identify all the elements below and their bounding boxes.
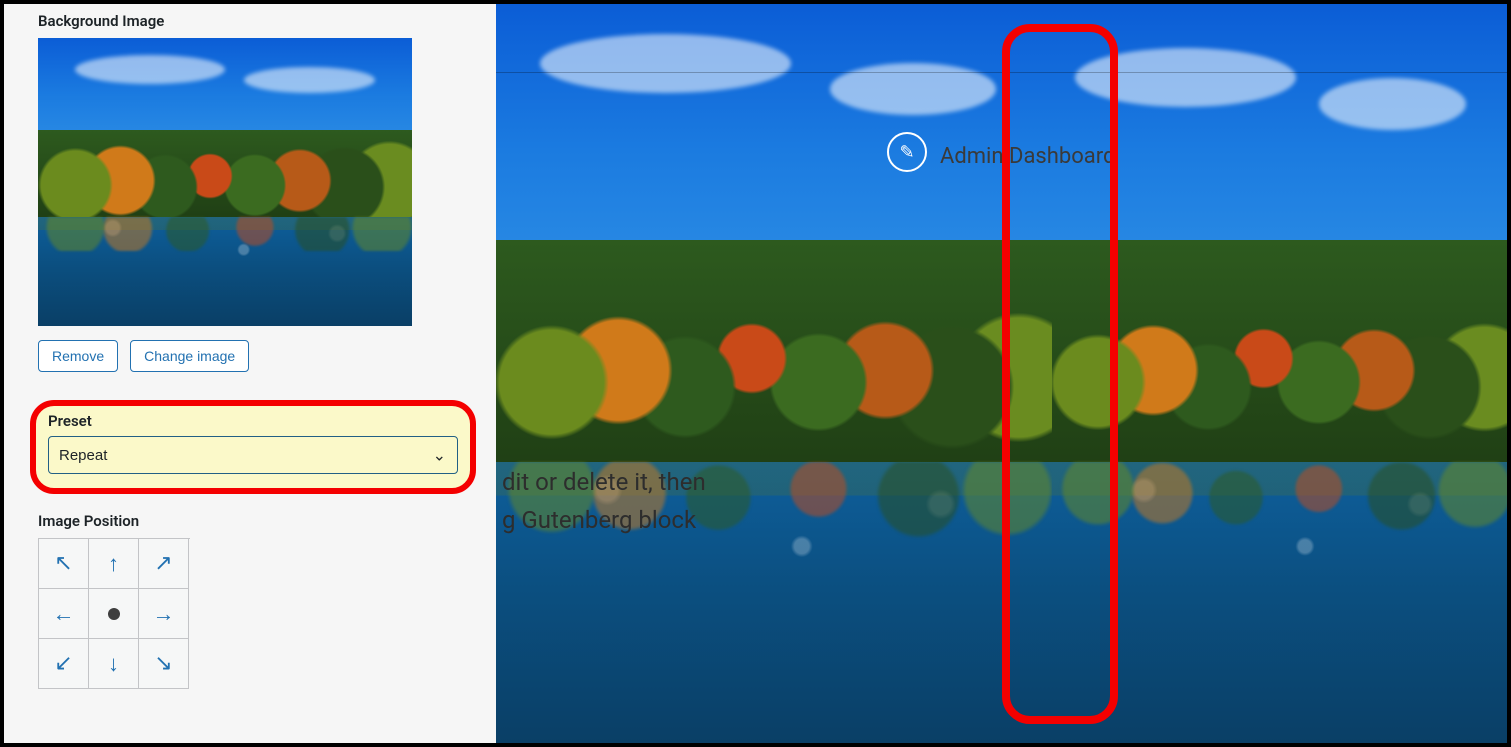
change-image-button[interactable]: Change image [130,340,249,372]
image-position-grid: ↖ ↑ ↗ ← → ↙ ↓ ↘ [38,538,190,689]
arrow-up-left-icon: ↖ [54,551,72,576]
pencil-icon: ✎ [899,142,914,163]
arrow-down-right-icon: ↘ [154,651,172,676]
edit-shortcut-button[interactable]: ✎ [887,132,927,172]
pos-middle-left[interactable]: ← [39,589,89,639]
preset-label: Preset [48,412,458,430]
app-frame: Background Image Remove Change image Pre… [0,0,1511,747]
preset-select[interactable]: Repeat [48,436,458,474]
bg-image-heading: Background Image [38,12,468,30]
arrow-down-left-icon: ↙ [54,651,72,676]
bg-tile-2 [1052,4,1507,743]
center-dot-icon [108,608,120,620]
pos-center[interactable] [89,589,139,639]
post-excerpt-line1: dit or delete it, then [502,468,706,496]
pos-top-center[interactable]: ↑ [89,539,139,589]
arrow-left-icon: ← [53,601,75,627]
tile-seam-annotation [1002,24,1118,724]
bg-image-actions: Remove Change image [38,340,468,372]
arrow-right-icon: → [153,601,175,627]
arrow-down-icon: ↓ [108,651,119,677]
landscape-thumb [38,38,412,326]
bg-image-thumbnail[interactable] [38,38,412,326]
pos-bottom-right[interactable]: ↘ [139,639,189,689]
pos-top-right[interactable]: ↗ [139,539,189,589]
remove-button[interactable]: Remove [38,340,118,372]
site-preview: ✎ Admin Dashboard dit or delete it, then… [496,4,1507,743]
post-excerpt-line2: g Gutenberg block [502,506,696,534]
pos-middle-right[interactable]: → [139,589,189,639]
arrow-up-icon: ↑ [108,551,119,577]
pos-bottom-center[interactable]: ↓ [89,639,139,689]
image-position-heading: Image Position [38,512,468,530]
customizer-sidebar: Background Image Remove Change image Pre… [4,4,496,743]
arrow-up-right-icon: ↗ [154,551,172,576]
bg-tile-1 [496,4,1052,743]
pos-top-left[interactable]: ↖ [39,539,89,589]
preset-highlight-annotation: Preset Repeat ⌄ [30,400,476,494]
pos-bottom-left[interactable]: ↙ [39,639,89,689]
